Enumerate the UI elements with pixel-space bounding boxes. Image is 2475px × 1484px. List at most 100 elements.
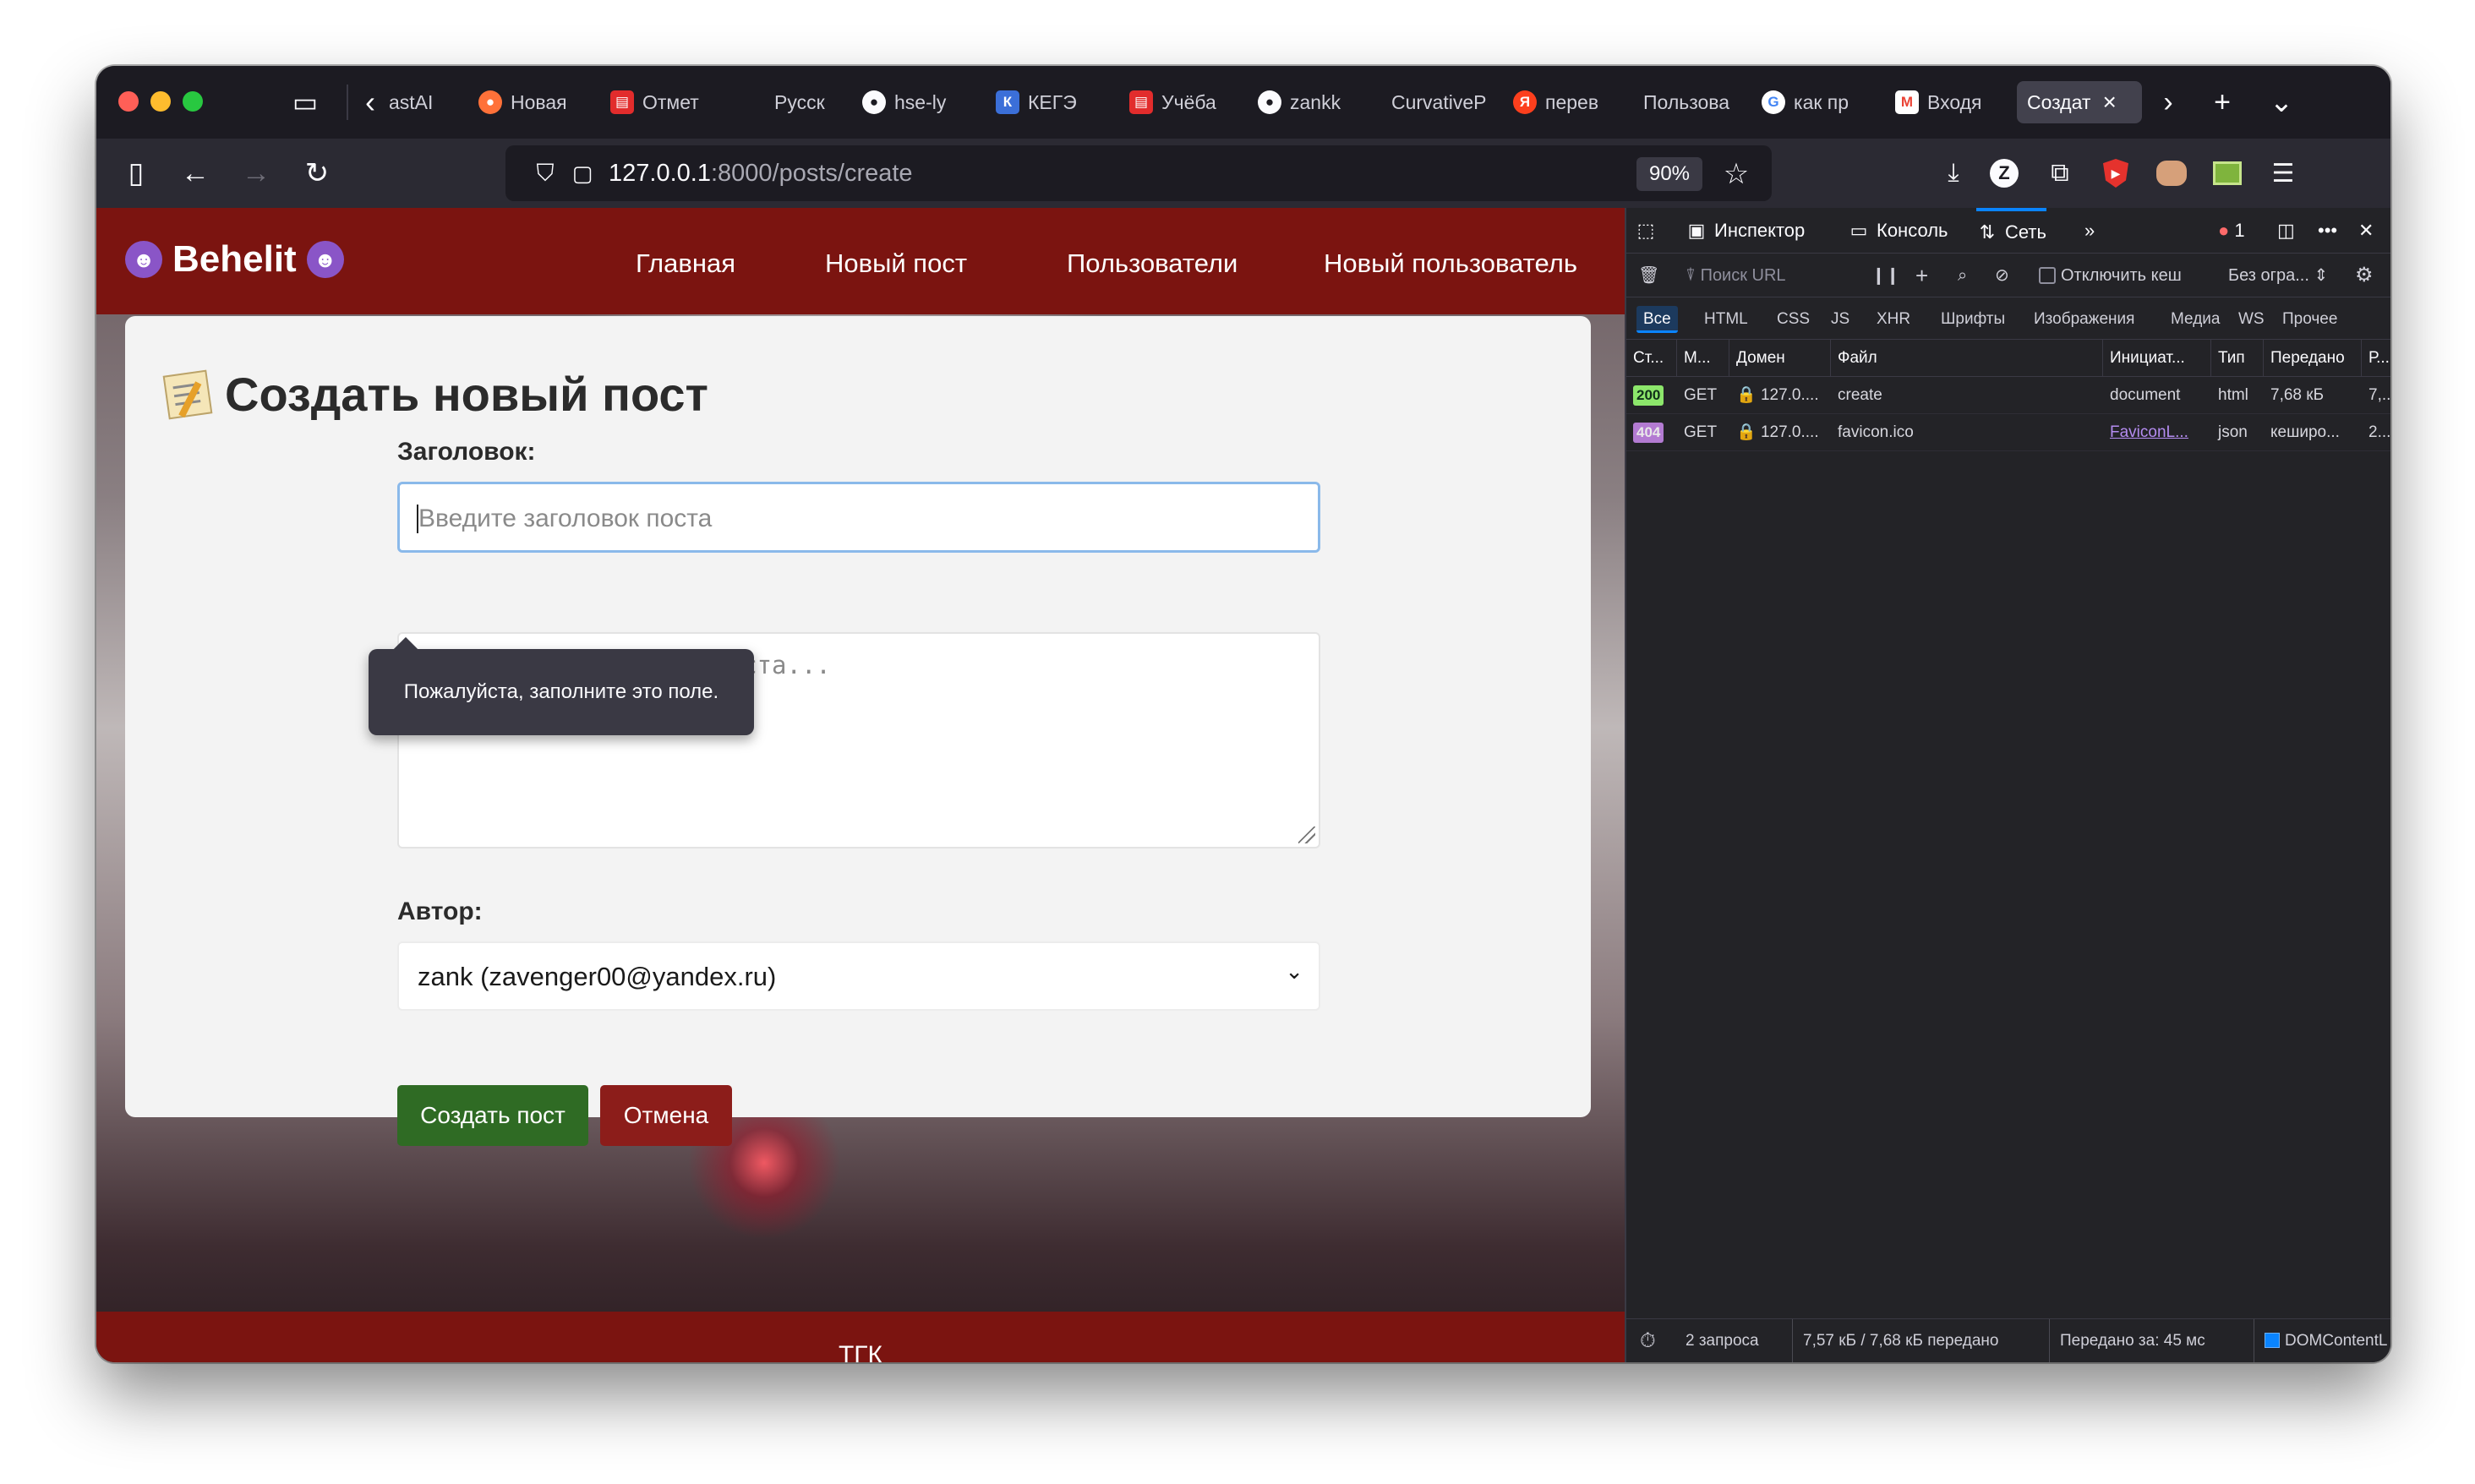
close-tab-icon[interactable]: × [2102,89,2116,116]
filter-css[interactable]: CSS [1770,306,1817,333]
filter-html[interactable]: HTML [1697,306,1755,333]
hamburger-menu-icon[interactable]: ☰ [2262,152,2304,194]
sidebar-toggle-icon[interactable]: ▯ [115,152,157,194]
transferred-cell: 7,68 кБ [2270,386,2325,404]
column-size[interactable]: Р... [2362,340,2390,377]
tab-console[interactable]: ▭ Консоль [1848,208,1948,254]
search-icon[interactable]: ⌕ [1958,254,1967,297]
column-type[interactable]: Тип [2211,340,2264,377]
scroll-tabs-right-icon[interactable]: › [2147,81,2189,123]
tab-zankk[interactable]: ● zankk [1248,81,1374,123]
zoom-window-button[interactable] [183,91,203,112]
tab-kege[interactable]: К КЕГЭ [986,81,1112,123]
table-row[interactable]: 404 GET 🔒 127.0.... favicon.ico FaviconL… [1626,414,2390,451]
tab-label: CurvativeP [1391,90,1487,113]
money-extension-icon[interactable] [2206,152,2248,194]
filter-js[interactable]: JS [1824,306,1856,333]
element-picker-icon[interactable]: ⬚ [1635,208,1664,254]
tab-russk[interactable]: Русск [764,81,866,123]
shield-icon[interactable]: ⛉ [531,159,560,188]
resize-handle-icon[interactable] [1298,827,1315,843]
error-count-badge[interactable]: ● 1 [2218,208,2245,254]
gmail-icon: M [1895,90,1919,114]
brave-extension-icon[interactable]: ▶ [2095,152,2137,194]
url-filter-input[interactable]: ⍒ Поиск URL [1686,254,1786,297]
filter-all[interactable]: Все [1636,306,1678,333]
filter-xhr[interactable]: XHR [1870,306,1917,333]
bookmark-star-icon[interactable]: ☆ [1718,155,1755,193]
url-text[interactable]: 127.0.0.1:8000/posts/create [609,160,913,188]
filter-media[interactable]: Медиа [2164,306,2226,333]
new-tab-icon[interactable]: + [2201,81,2243,123]
footer-link-tgk[interactable]: ТГК [839,1341,882,1362]
throttling-select[interactable]: Без огра... ⇕ [2228,254,2328,297]
table-row[interactable]: 200 GET 🔒 127.0.... create document html… [1626,377,2390,414]
tab-network[interactable]: ⇅ Сеть [1976,208,2046,254]
page-icon[interactable]: ▢ [568,159,597,188]
title-input[interactable]: Введите заголовок поста [397,482,1320,553]
tab-otmet[interactable]: ▤ Отмет [600,81,725,123]
initiator-link[interactable]: FaviconL... [2110,423,2188,441]
column-method[interactable]: М... [1677,340,1729,377]
pig-extension-icon[interactable] [2150,152,2193,194]
tab-astai[interactable]: astAI [379,81,463,123]
downloads-icon[interactable]: ⤓ [1932,152,1975,194]
site-logo[interactable]: ☻ Behelit ☻ [125,238,344,281]
back-arrow-icon[interactable]: ← [174,152,216,194]
extensions-puzzle-icon[interactable]: ⧉ [2039,152,2081,194]
tab-label: перев [1545,90,1599,113]
tab-ucheba[interactable]: ▤ Учёба [1119,81,1246,123]
tab-groups-icon[interactable]: ▭ [287,85,323,120]
create-post-button[interactable]: Создать пост [397,1085,588,1146]
column-initiator[interactable]: Инициат... [2103,340,2211,377]
nav-link-home[interactable]: Главная [636,248,735,279]
block-icon[interactable]: ⊘ [1995,254,2009,297]
close-devtools-icon[interactable]: ✕ [2358,208,2374,254]
reload-icon[interactable]: ↻ [296,152,338,194]
tab-vhodya[interactable]: M Входя [1885,81,2012,123]
close-window-button[interactable] [118,91,139,112]
nav-link-new-post[interactable]: Новый пост [825,248,967,279]
filter-other[interactable]: Прочее [2276,306,2344,333]
cancel-button[interactable]: Отмена [600,1085,732,1146]
disable-cache-checkbox[interactable]: Отключить кеш [2039,254,2182,297]
stopwatch-icon: ⏱ [1640,1329,1656,1352]
filter-ws[interactable]: WS [2232,306,2271,333]
address-bar[interactable]: ⛉ ▢ 127.0.0.1:8000/posts/create 90% ☆ [505,145,1772,201]
forward-arrow-icon[interactable]: → [235,152,277,194]
tab-polzova[interactable]: Пользова [1633,81,1743,123]
column-status[interactable]: Ст... [1626,340,1677,377]
minimize-window-button[interactable] [150,91,171,112]
logo-text: Behelit [172,238,297,280]
filter-images[interactable]: Изображения [2027,306,2141,333]
more-tools-icon[interactable]: » [2084,208,2095,254]
tab-label: zankk [1290,90,1341,113]
more-options-icon[interactable]: ••• [2318,208,2337,254]
add-icon[interactable]: + [1915,254,1928,297]
tab-curvative[interactable]: CurvativeP [1381,81,1508,123]
dock-icon[interactable]: ◫ [2277,208,2295,254]
tab-new-tab[interactable]: ● Новая [468,81,593,123]
file-cell: create [1838,386,1882,404]
settings-gear-icon[interactable]: ⚙ [2355,254,2374,297]
column-file[interactable]: Файл [1831,340,2103,377]
tab-kak-pr[interactable]: G как пр [1751,81,1878,123]
list-tabs-chevron-icon[interactable]: ⌄ [2260,81,2303,123]
tab-sozdat-active[interactable]: Создат × [2017,81,2142,123]
filter-fonts[interactable]: Шрифты [1934,306,2012,333]
tab-label: astAI [389,90,434,113]
tab-hse-ly[interactable]: ● hse-ly [852,81,979,123]
zoom-level-button[interactable]: 90% [1636,157,1702,191]
column-domain[interactable]: Домен [1729,340,1831,377]
tab-perev[interactable]: Я перев [1503,81,1630,123]
initiator-cell: document [2110,386,2181,404]
author-select[interactable]: zank (zavenger00@yandex.ru) ⌄ [397,941,1320,1011]
nav-link-new-user[interactable]: Новый пользователь [1324,248,1577,279]
column-transferred[interactable]: Передано [2264,340,2362,377]
error-icon: ● [2218,220,2230,241]
zotero-extension-icon[interactable]: Z [1983,152,2025,194]
nav-link-users[interactable]: Пользователи [1067,248,1238,279]
pause-icon[interactable]: ❙❙ [1871,254,1900,297]
trash-icon[interactable]: 🗑 [1638,254,1659,297]
tab-inspector[interactable]: ▣ Инспектор [1686,208,1806,254]
